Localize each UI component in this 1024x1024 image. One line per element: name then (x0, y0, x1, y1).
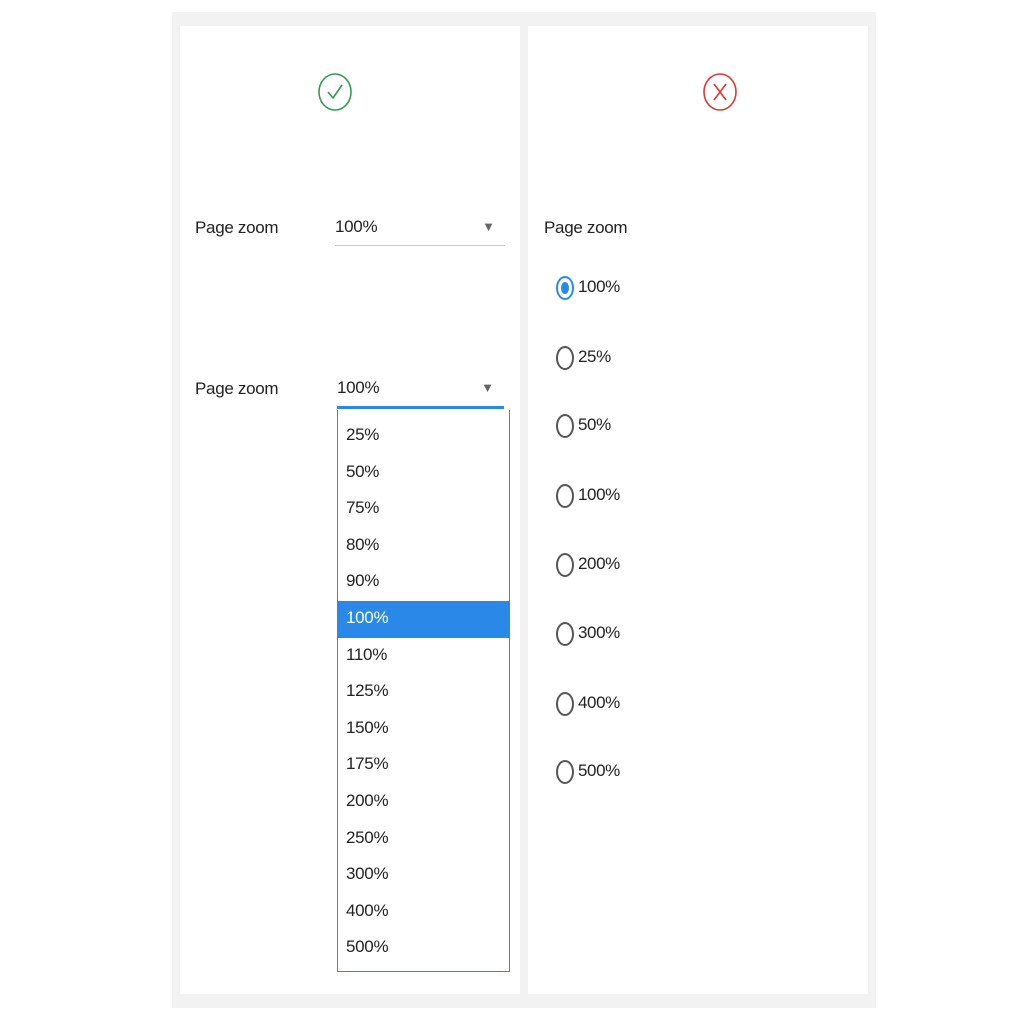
radio-label: 50% (578, 415, 611, 434)
zoom-option[interactable]: 300% (338, 857, 509, 894)
radio-label: 300% (578, 623, 620, 642)
zoom-option[interactable]: 90% (338, 564, 509, 601)
zoom-option[interactable]: 250% (338, 821, 509, 858)
zoom-option[interactable]: 400% (338, 894, 509, 931)
zoom-option[interactable]: 500% (338, 930, 509, 967)
radio-checked-icon[interactable] (556, 276, 574, 300)
zoom-option[interactable]: 100% (338, 600, 509, 638)
correct-example-panel: Page zoom 100% ▼ Page zoom 100% ▼ 25% 50%… (180, 26, 520, 994)
select-value: 100% (337, 378, 380, 397)
chevron-down-icon: ▼ (481, 380, 494, 395)
page-zoom-select-open[interactable]: 100% ▼ (337, 376, 504, 409)
radio-label: 200% (578, 554, 620, 573)
radio-unchecked-icon[interactable] (556, 346, 574, 370)
zoom-option[interactable]: 175% (338, 747, 509, 784)
radio-unchecked-icon[interactable] (556, 484, 574, 508)
zoom-option[interactable]: 50% (338, 455, 509, 492)
page-zoom-label: Page zoom (195, 218, 279, 237)
radio-label: 100% (578, 485, 620, 504)
zoom-option[interactable]: 125% (338, 674, 509, 711)
radio-label: 100% (578, 277, 620, 296)
check-circle-icon (316, 73, 354, 111)
radio-unchecked-icon[interactable] (556, 760, 574, 784)
zoom-option[interactable]: 25% (338, 418, 509, 455)
comparison-frame: Page zoom 100% ▼ Page zoom 100% ▼ 25% 50%… (172, 12, 876, 1008)
incorrect-example-panel: Page zoom 100% 25% 50% 100% 200% 300% 400% 500% (528, 26, 868, 994)
page-zoom-label: Page zoom (195, 379, 279, 398)
radio-unchecked-icon[interactable] (556, 553, 574, 577)
radio-label: 25% (578, 347, 611, 366)
zoom-options-list: 25% 50% 75% 80% 90% 100% 110% 125% 150% 175% 200% 2… (337, 410, 510, 972)
page-zoom-select[interactable]: 100% ▼ (335, 215, 505, 246)
radio-label: 500% (578, 761, 620, 780)
zoom-option[interactable]: 80% (338, 528, 509, 565)
chevron-down-icon: ▼ (482, 219, 495, 234)
radio-unchecked-icon[interactable] (556, 622, 574, 646)
page-zoom-label: Page zoom (544, 218, 628, 237)
zoom-option[interactable]: 75% (338, 491, 509, 528)
zoom-option[interactable]: 150% (338, 711, 509, 748)
zoom-option[interactable]: 110% (338, 638, 509, 675)
select-value: 100% (335, 217, 378, 236)
radio-unchecked-icon[interactable] (556, 692, 574, 716)
radio-label: 400% (578, 693, 620, 712)
x-circle-icon (701, 73, 739, 111)
radio-unchecked-icon[interactable] (556, 414, 574, 438)
zoom-option[interactable]: 200% (338, 784, 509, 821)
